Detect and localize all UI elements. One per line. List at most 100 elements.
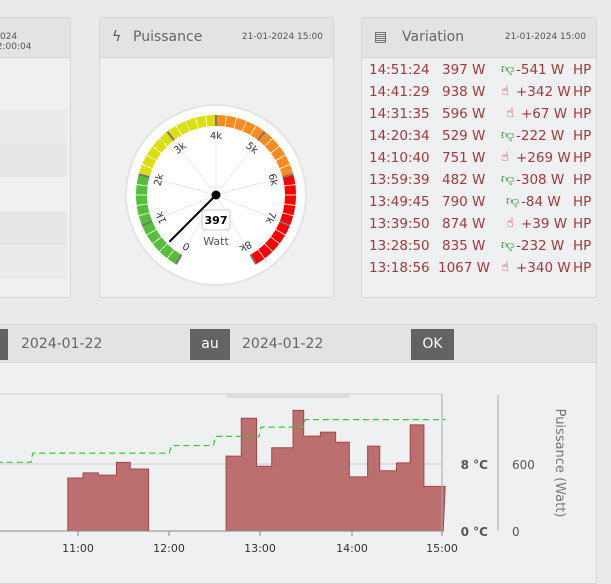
power-axis-title: Puissance (Watt) <box>552 409 567 518</box>
gauge-value: 397 <box>205 214 228 227</box>
variation-row: 13:59:39 482 W 👎︎ -308 W HP <box>369 172 596 194</box>
row-tag: HP <box>573 172 592 188</box>
from-label-button[interactable] <box>0 329 8 360</box>
row-tag: HP <box>573 238 592 254</box>
thumb-down-icon: 👎︎ <box>501 172 515 187</box>
gauge-unit: Watt <box>203 235 229 248</box>
row-tag: HP <box>573 62 592 78</box>
variation-header: ▤ Variation 21-01-2024 15:00 <box>362 18 596 58</box>
row-power: 482 W <box>442 172 486 188</box>
left-card-date: -2024 12:00:04 <box>0 32 32 52</box>
thumb-down-icon: 👎︎ <box>501 238 515 253</box>
row-time: 14:51:24 <box>369 62 430 78</box>
puissance-header: ϟ Puissance 21-01-2024 15:00 <box>100 18 333 58</box>
variation-row: 13:39:50 874 W ☝ +39 W HP <box>369 216 596 238</box>
variation-card: ▤ Variation 21-01-2024 15:00 14:51:24 39… <box>361 17 597 298</box>
left-card-header: -2024 12:00:04 <box>0 18 70 58</box>
date-range-bar: 2024-01-22 au 2024-01-22 OK <box>0 325 596 363</box>
table-row <box>0 245 67 279</box>
variation-row: 14:10:40 751 W ☝ +269 W HP <box>369 150 596 172</box>
thumb-up-icon: ☝ <box>506 106 514 121</box>
row-power: 596 W <box>442 106 486 122</box>
row-tag: HP <box>573 106 592 122</box>
history-panel: 2024-01-22 au 2024-01-22 OK 0 11:00 12:00 1… <box>0 324 597 584</box>
list-icon: ▤ <box>374 29 388 45</box>
thumb-down-icon: 👎︎ <box>506 194 520 209</box>
temp-axis-label: 8 °C <box>461 458 489 472</box>
x-tick-label: 11:00 <box>62 542 94 555</box>
row-delta: +340 W <box>516 260 571 276</box>
row-time: 13:18:56 <box>369 260 430 276</box>
power-axis-label: 600 <box>512 458 535 472</box>
row-tag: HP <box>573 84 592 100</box>
row-tag: HP <box>573 128 592 144</box>
row-tag: HP <box>573 194 592 210</box>
variation-row: 14:20:34 529 W 👎︎ -222 W HP <box>369 128 596 150</box>
variation-date: 21-01-2024 15:00 <box>504 32 586 42</box>
power-chart: 011:0012:0013:0014:0015:000 °C08 °C600Pu… <box>0 393 567 555</box>
table-row <box>0 211 67 245</box>
variation-row: 14:51:24 397 W 👎︎ -541 W HP <box>369 62 596 84</box>
row-time: 14:10:40 <box>369 150 430 166</box>
temp-axis-label: 0 °C <box>461 525 489 539</box>
row-power: 874 W <box>442 216 486 232</box>
variation-title: Variation <box>402 29 465 45</box>
row-delta: +342 W <box>516 84 571 100</box>
thumb-down-icon: 👎︎ <box>501 62 515 77</box>
row-time: 14:20:34 <box>369 128 430 144</box>
row-delta: -84 W <box>521 194 561 210</box>
row-power: 790 W <box>442 194 486 210</box>
row-tag: HP <box>573 216 592 232</box>
row-delta: -222 W <box>516 128 565 144</box>
row-delta: -308 W <box>516 172 565 188</box>
row-delta: +269 W <box>516 150 571 166</box>
row-power: 529 W <box>442 128 486 144</box>
from-date-input[interactable]: 2024-01-22 <box>21 329 102 360</box>
row-time: 13:49:45 <box>369 194 430 210</box>
row-power: 938 W <box>442 84 486 100</box>
variation-row: 13:28:50 835 W 👎︎ -232 W HP <box>369 238 596 260</box>
navigator-handle <box>227 394 349 398</box>
row-delta: +39 W <box>521 216 568 232</box>
gauge-pivot <box>211 190 221 200</box>
power-gauge: 01k2k3k4k5k6k7k8k397Watt <box>125 104 307 286</box>
x-tick-label: 15:00 <box>426 542 458 555</box>
variation-row: 14:31:35 596 W ☝ +67 W HP <box>369 106 596 128</box>
puissance-date: 21-01-2024 15:00 <box>241 32 323 42</box>
row-tag: HP <box>573 260 592 276</box>
row-power: 751 W <box>442 150 486 166</box>
row-time: 13:28:50 <box>369 238 430 254</box>
puissance-card: ϟ Puissance 21-01-2024 15:00 0 1k 2k 3k 4k 5k… <box>99 17 334 298</box>
row-delta: -541 W <box>516 62 565 78</box>
x-tick-label: 14:00 <box>336 542 368 555</box>
to-date-input[interactable]: 2024-01-22 <box>242 329 323 360</box>
row-time: 13:59:39 <box>369 172 430 188</box>
thumb-up-icon: ☝ <box>501 84 509 99</box>
table-row <box>0 109 67 143</box>
ok-button[interactable]: OK <box>411 329 454 360</box>
x-tick-label: 12:00 <box>153 542 185 555</box>
table-row <box>0 143 67 177</box>
x-tick-label: 13:00 <box>244 542 276 555</box>
power-axis-label: 0 <box>512 525 520 539</box>
row-delta: +67 W <box>521 106 568 122</box>
row-time: 14:41:29 <box>369 84 430 100</box>
to-label: au <box>190 329 230 360</box>
row-power: 1067 W <box>438 260 490 276</box>
row-delta: -232 W <box>516 238 565 254</box>
variation-row: 14:41:29 938 W ☝ +342 W HP <box>369 84 596 106</box>
thumb-up-icon: ☝ <box>506 216 514 231</box>
left-card: -2024 12:00:04 <box>0 17 71 298</box>
thumb-down-icon: 👎︎ <box>501 128 515 143</box>
variation-row: 13:18:56 1067 W ☝ +340 W HP <box>369 260 596 282</box>
row-power: 397 W <box>442 62 486 78</box>
row-tag: HP <box>573 150 592 166</box>
row-time: 14:31:35 <box>369 106 430 122</box>
variation-row: 13:49:45 790 W 👎︎ -84 W HP <box>369 194 596 216</box>
thumb-up-icon: ☝ <box>501 260 509 275</box>
gauge-tick-label: 4k <box>210 131 222 142</box>
puissance-title: Puissance <box>133 29 203 45</box>
lightning-icon: ϟ <box>112 29 122 45</box>
row-power: 835 W <box>442 238 486 254</box>
row-time: 13:39:50 <box>369 216 430 232</box>
